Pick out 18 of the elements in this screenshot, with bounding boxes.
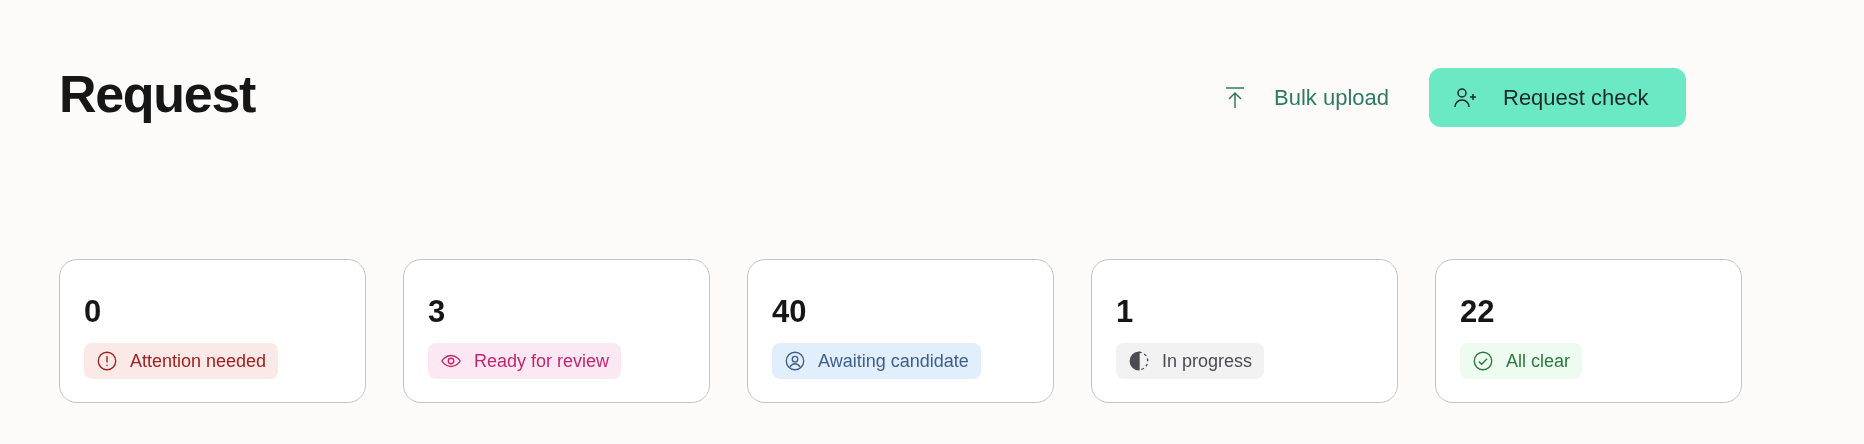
status-count: 22 <box>1460 296 1496 327</box>
status-count: 0 <box>84 296 103 327</box>
status-count: 1 <box>1116 296 1135 327</box>
status-badge: All clear <box>1460 343 1583 379</box>
request-check-button[interactable]: Request check <box>1429 68 1686 127</box>
user-icon <box>784 350 806 372</box>
alert-icon <box>96 350 118 372</box>
status-badge: Ready for review <box>428 343 622 379</box>
status-badge: Awaiting candidate <box>772 343 981 379</box>
check-circle-icon <box>1472 350 1494 372</box>
status-count: 40 <box>772 296 808 327</box>
status-count: 3 <box>428 296 447 327</box>
status-badge: In progress <box>1116 343 1265 379</box>
bulk-upload-button[interactable]: Bulk upload <box>1208 68 1405 127</box>
progress-icon <box>1128 350 1150 372</box>
status-badge: Attention needed <box>84 343 279 379</box>
add-user-icon <box>1453 85 1479 110</box>
upload-icon <box>1224 85 1246 110</box>
